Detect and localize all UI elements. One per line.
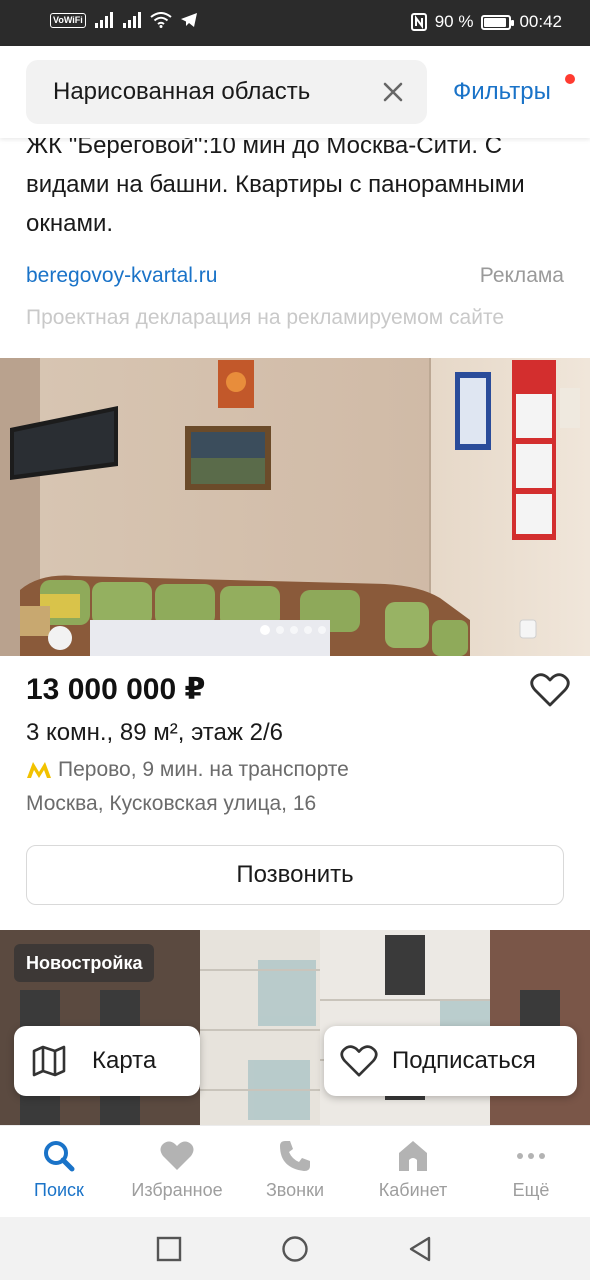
nfc-icon xyxy=(410,13,427,31)
filter-notification-dot xyxy=(565,74,575,84)
metro-icon xyxy=(27,762,51,778)
wifi-icon xyxy=(150,12,172,28)
photo-dot[interactable] xyxy=(318,626,326,634)
signal-icon xyxy=(122,12,141,28)
nav-label: Поиск xyxy=(34,1180,84,1200)
ad-link[interactable]: beregovoy-kvartal.ru xyxy=(26,264,217,288)
home-button-icon[interactable] xyxy=(281,1235,309,1263)
battery-percent: 90 % xyxy=(434,12,474,31)
nav-label: Избранное xyxy=(131,1180,223,1200)
phone-icon xyxy=(280,1141,310,1171)
battery-level xyxy=(484,17,506,27)
listing-photo xyxy=(0,358,590,656)
ad-disclaimer: Проектная декларация на рекламируемом са… xyxy=(26,306,505,329)
nav-label: Звонки xyxy=(265,1180,325,1200)
photo-pagination xyxy=(260,625,326,635)
ad-label: Реклама xyxy=(479,264,564,287)
filters-button[interactable]: Фильтры xyxy=(453,78,551,106)
photo-dot[interactable] xyxy=(276,626,284,634)
more-icon xyxy=(517,1153,545,1159)
call-button[interactable]: Позвонить xyxy=(26,845,564,905)
heart-icon[interactable] xyxy=(530,672,570,708)
bottom-navigation: Поиск Избранное Звонки Кабинет Ещё xyxy=(0,1125,590,1217)
home-icon xyxy=(399,1141,427,1171)
photo-dot[interactable] xyxy=(304,626,312,634)
recent-apps-icon[interactable] xyxy=(155,1235,183,1263)
subscribe-button[interactable]: Подписаться xyxy=(324,1026,577,1096)
nav-item-calls[interactable]: Звонки xyxy=(236,1138,354,1201)
map-button[interactable]: Карта xyxy=(14,1026,200,1096)
nav-item-more[interactable]: Ещё xyxy=(472,1138,590,1201)
close-icon[interactable] xyxy=(381,80,405,104)
drawn-area-label: Нарисованная область xyxy=(53,78,311,105)
listing-address: Москва, Кусковская улица, 16 xyxy=(26,792,317,815)
signal-icon xyxy=(94,12,113,28)
heart-icon xyxy=(340,1045,378,1077)
clock: 00:42 xyxy=(519,12,562,31)
drawn-area-search-field[interactable]: Нарисованная область xyxy=(26,60,427,124)
new-building-badge: Новостройка xyxy=(14,944,155,982)
photo-dot-active[interactable] xyxy=(260,625,270,635)
nav-item-search[interactable]: Поиск xyxy=(0,1138,118,1201)
nav-label: Кабинет xyxy=(378,1180,448,1200)
status-bar: VoWiFi 90 % 00:42 xyxy=(0,0,590,46)
status-right: 90 % 00:42 xyxy=(410,12,562,32)
listing-price: 13 000 000 ₽ xyxy=(26,673,206,706)
search-header: Нарисованная область Фильтры xyxy=(0,46,590,138)
metro-info: Перово, 9 мин. на транспорте xyxy=(26,758,349,782)
listing-photo-carousel[interactable] xyxy=(0,358,590,656)
telegram-icon xyxy=(180,13,197,27)
subscribe-button-label: Подписаться xyxy=(392,1047,536,1074)
listing-params: 3 комн., 89 м², этаж 2/6 xyxy=(26,719,283,746)
system-navigation-bar xyxy=(0,1217,590,1280)
map-icon xyxy=(32,1045,66,1077)
photo-dot[interactable] xyxy=(290,626,298,634)
heart-icon xyxy=(160,1141,194,1170)
nav-label: Ещё xyxy=(512,1180,550,1200)
ad-text[interactable]: ЖК "Береговой":10 мин до Москва-Сити. С … xyxy=(26,126,566,243)
nav-item-favorites[interactable]: Избранное xyxy=(118,1138,236,1201)
search-icon xyxy=(44,1141,75,1172)
vowifi-indicator: VoWiFi xyxy=(50,12,86,28)
nav-item-cabinet[interactable]: Кабинет xyxy=(354,1138,472,1201)
metro-text: Перово, 9 мин. на транспорте xyxy=(58,758,349,781)
back-icon[interactable] xyxy=(406,1235,434,1263)
map-button-label: Карта xyxy=(92,1047,157,1074)
battery-icon xyxy=(481,14,515,30)
status-left: VoWiFi xyxy=(50,12,198,28)
